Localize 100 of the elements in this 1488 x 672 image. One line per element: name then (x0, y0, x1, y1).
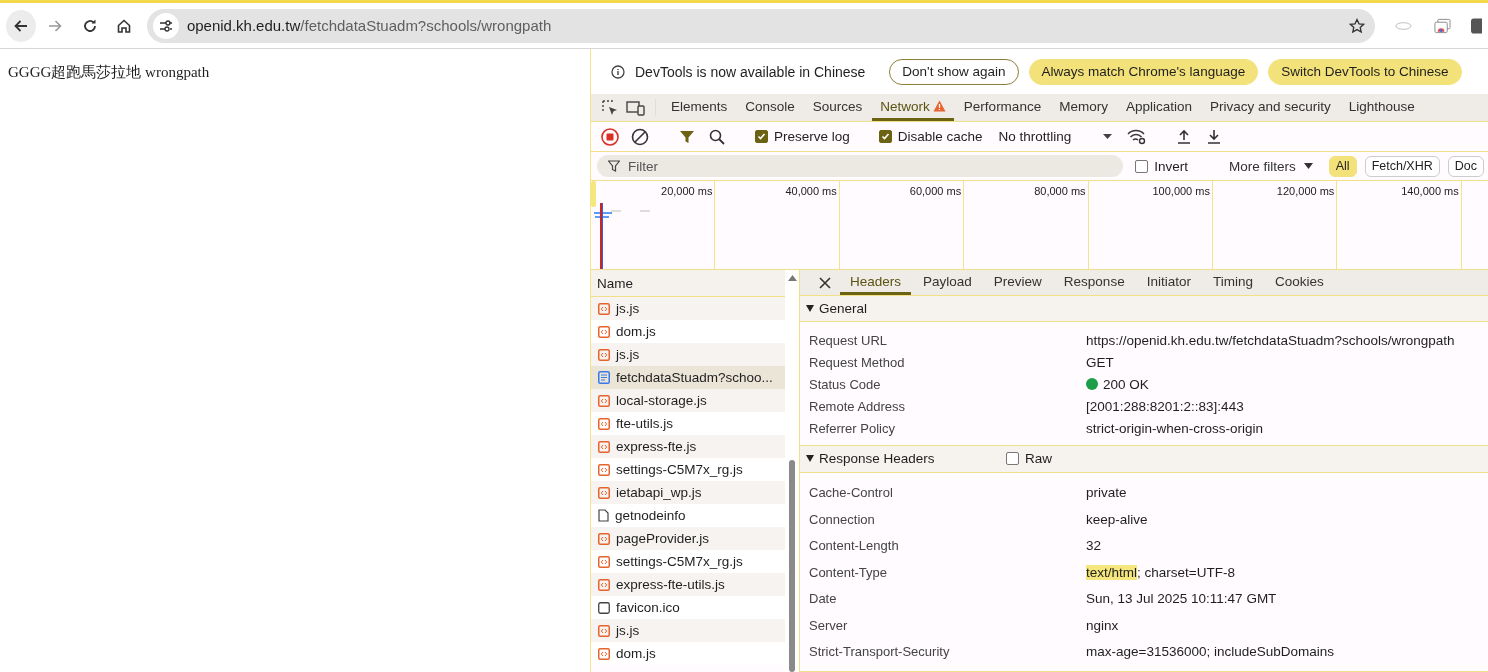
detail-tab[interactable]: Cookies (1264, 270, 1334, 296)
caret-icon (1103, 134, 1113, 139)
request-row[interactable]: settings-C5M7x_rg.js (591, 458, 785, 481)
header-value: nginx (1086, 617, 1119, 633)
infobar-button[interactable]: Always match Chrome's language (1028, 58, 1259, 85)
panel-tab[interactable]: Network (872, 94, 954, 121)
type-filter-button[interactable]: Fetch/XHR (1364, 155, 1440, 177)
header-value: Sun, 13 Jul 2025 10:11:47 GMT (1086, 591, 1277, 607)
file-icon (598, 509, 609, 522)
site-settings-icon[interactable] (152, 12, 179, 39)
type-filter-button[interactable]: Doc (1447, 155, 1484, 177)
section-header[interactable]: Response Headers (806, 451, 996, 467)
request-row[interactable]: fetchdataStuadm?schoo... (591, 366, 785, 389)
header-name: Cache-Control (809, 485, 894, 501)
script-file-icon (598, 486, 610, 499)
option-checkbox[interactable]: Preserve log (751, 129, 854, 144)
panel-tab[interactable]: Performance (955, 94, 1050, 121)
panel-tab[interactable]: Application (1117, 94, 1200, 121)
checkmark-icon (880, 132, 890, 141)
filter-field[interactable]: Filter (597, 155, 1124, 177)
filter-icon (608, 160, 620, 172)
detail-tab[interactable]: Response (1053, 270, 1135, 296)
address-bar[interactable]: openid.kh.edu.tw/fetchdataStuadm?schools/wrongpath (146, 8, 1375, 43)
timeline-tick-label: 40,000 ms (785, 185, 837, 199)
request-row[interactable]: getnodeinfo (591, 504, 785, 527)
header-value: private (1086, 485, 1127, 501)
header-value: 32 (1086, 538, 1102, 554)
header-value: GET (1086, 354, 1114, 370)
header-name: Content-Length (809, 538, 900, 554)
header-name: Content-Type (809, 564, 889, 580)
name-column-header[interactable]: Name (591, 270, 785, 297)
option-checkbox[interactable]: Disable cache (874, 129, 987, 144)
request-row[interactable]: js.js (591, 343, 785, 366)
request-row[interactable]: js.js (591, 619, 785, 642)
panel-tab[interactable]: Lighthouse (1340, 94, 1423, 121)
more-filters-dropdown[interactable]: More filters (1220, 158, 1321, 174)
script-file-icon (598, 578, 610, 591)
reload-icon (81, 17, 98, 34)
invert-checkbox[interactable]: Invert (1131, 158, 1192, 174)
throttling-dropdown[interactable]: No throttling (990, 129, 1121, 144)
info-icon (611, 64, 625, 79)
script-file-icon (598, 647, 610, 660)
request-row[interactable]: dom.js (591, 642, 785, 665)
document-icon (598, 371, 610, 384)
star-icon[interactable] (1348, 17, 1365, 34)
request-row[interactable]: dom.js (591, 320, 785, 343)
header-value: text/html; charset=UTF-8 (1086, 564, 1235, 580)
script-file-icon (598, 463, 610, 476)
header-value: strict-origin-when-cross-origin (1086, 420, 1264, 436)
header-value: 200 OK (1103, 376, 1149, 392)
header-name: Date (809, 591, 838, 607)
script-file-icon (598, 440, 610, 453)
request-row[interactable]: pageProvider.js (591, 527, 785, 550)
infobar-button[interactable]: Don't show again (889, 58, 1019, 85)
back-button[interactable] (6, 9, 37, 42)
panel-tab[interactable]: Privacy and security (1201, 94, 1339, 121)
raw-checkbox[interactable]: Raw (1002, 451, 1056, 467)
header-value: [2001:288:8201:2::83]:443 (1086, 398, 1244, 414)
detail-tab[interactable]: Preview (983, 270, 1052, 296)
extension-icon[interactable] (1434, 17, 1452, 34)
detail-tab[interactable]: Initiator (1136, 270, 1201, 296)
extension-icon[interactable] (1470, 16, 1482, 35)
timeline-tick-label: 100,000 ms (1152, 185, 1210, 199)
infobar-button[interactable]: Switch DevTools to Chinese (1268, 58, 1462, 85)
scroll-up-icon (787, 275, 797, 281)
header-name: Status Code (809, 376, 882, 392)
request-row[interactable]: ietabapi_wp.js (591, 481, 785, 504)
timeline-tick-label: 140,000 ms (1401, 185, 1459, 199)
scrollbar[interactable] (785, 270, 799, 672)
home-icon (115, 17, 132, 34)
request-row[interactable]: js.js (591, 297, 785, 320)
section-header[interactable]: General (806, 301, 996, 317)
checkmark-icon (757, 132, 766, 141)
request-row[interactable]: express-fte-utils.js (591, 573, 785, 596)
header-value: https://openid.kh.edu.tw/fetchdataStuadm?schools/wrongpath (1086, 332, 1455, 348)
panel-tab[interactable]: Memory (1051, 94, 1116, 121)
caret-icon (1303, 163, 1313, 169)
warning-icon (932, 100, 946, 112)
page-text: GGGG超跑馬莎拉地 wrongpath (8, 63, 211, 82)
request-row[interactable]: fte-utils.js (591, 412, 785, 435)
blank-file-icon (598, 601, 610, 614)
detail-tab[interactable]: Timing (1202, 270, 1263, 296)
panel-tab[interactable]: Console (737, 94, 803, 121)
request-row[interactable]: express-fte.js (591, 435, 785, 458)
timeline-tick-label: 20,000 ms (661, 185, 713, 199)
script-file-icon (598, 417, 610, 430)
detail-tab[interactable]: Payload (913, 270, 982, 296)
header-name: Strict-Transport-Security (809, 644, 951, 660)
request-row[interactable]: settings-C5M7x_rg.js (591, 550, 785, 573)
panel-tab[interactable]: Sources (804, 94, 871, 121)
script-file-icon (598, 555, 610, 568)
request-row[interactable]: local-storage.js (591, 389, 785, 412)
header-name: Request URL (809, 332, 889, 348)
request-row[interactable]: favicon.ico (591, 596, 785, 619)
type-filter-button[interactable]: All (1328, 155, 1357, 177)
url-text: openid.kh.edu.tw/fetchdataStuadm?schools/wrongpath (186, 17, 552, 34)
panel-tab[interactable]: Elements (663, 94, 736, 121)
timeline-tick-label: 120,000 ms (1276, 185, 1335, 199)
header-name: Server (809, 617, 849, 633)
header-value: keep-alive (1086, 511, 1148, 527)
